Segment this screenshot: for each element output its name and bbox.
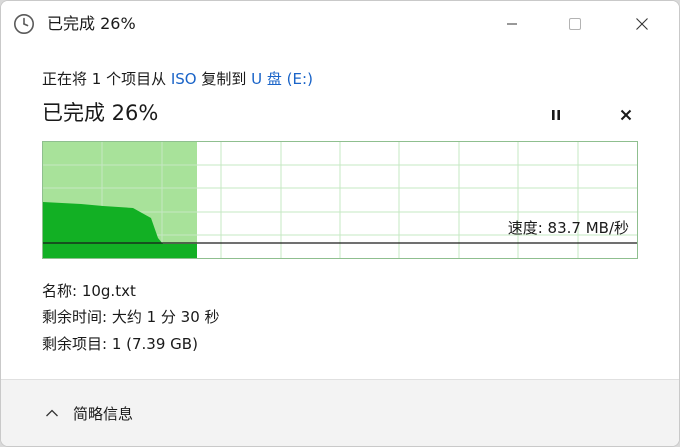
time-remaining: 剩余时间: 大约 1 分 30 秒 bbox=[42, 308, 220, 326]
file-name: 名称: 10g.txt bbox=[42, 282, 136, 300]
dialog-content: 正在将 1 个项目从 ISO 复制到 U 盘 (E:) 已完成 26% 速度: … bbox=[1, 47, 679, 355]
clock-icon bbox=[13, 13, 35, 35]
copy-prefix: 正在将 1 个项目从 bbox=[42, 70, 171, 88]
speed-graph-canvas bbox=[43, 142, 637, 258]
maximize-button[interactable] bbox=[552, 1, 598, 47]
copy-description: 正在将 1 个项目从 ISO 复制到 U 盘 (E:) bbox=[42, 69, 313, 89]
copy-progress-dialog: 已完成 26% 正在将 1 个项目从 ISO 复制到 U 盘 (E:) 已完成 … bbox=[0, 0, 680, 447]
destination-drive-link[interactable]: U 盘 (E:) bbox=[251, 70, 313, 88]
minimize-icon bbox=[507, 23, 517, 25]
fewer-details-label: 简略信息 bbox=[73, 404, 134, 423]
progress-title: 已完成 26% bbox=[42, 101, 159, 125]
chevron-up-icon bbox=[46, 409, 58, 417]
cancel-copy-button[interactable] bbox=[613, 103, 639, 127]
copy-middle: 复制到 bbox=[196, 70, 252, 88]
maximize-icon bbox=[569, 18, 581, 30]
speed-label: 速度: 83.7 MB/秒 bbox=[507, 219, 629, 237]
window-title: 已完成 26% bbox=[47, 14, 136, 33]
fewer-details-button[interactable]: 简略信息 bbox=[45, 402, 133, 424]
minimize-button[interactable] bbox=[489, 1, 535, 47]
transfer-speed-graph: 速度: 83.7 MB/秒 bbox=[42, 141, 638, 259]
close-icon bbox=[636, 18, 648, 30]
title-bar[interactable]: 已完成 26% bbox=[1, 1, 679, 47]
pause-button[interactable] bbox=[543, 103, 569, 127]
items-remaining: 剩余项目: 1 (7.39 GB) bbox=[42, 335, 198, 353]
source-folder-link[interactable]: ISO bbox=[171, 70, 197, 88]
window-close-button[interactable] bbox=[619, 1, 665, 47]
dialog-footer: 简略信息 bbox=[1, 379, 679, 446]
pause-icon bbox=[552, 110, 560, 120]
close-icon bbox=[620, 109, 632, 121]
